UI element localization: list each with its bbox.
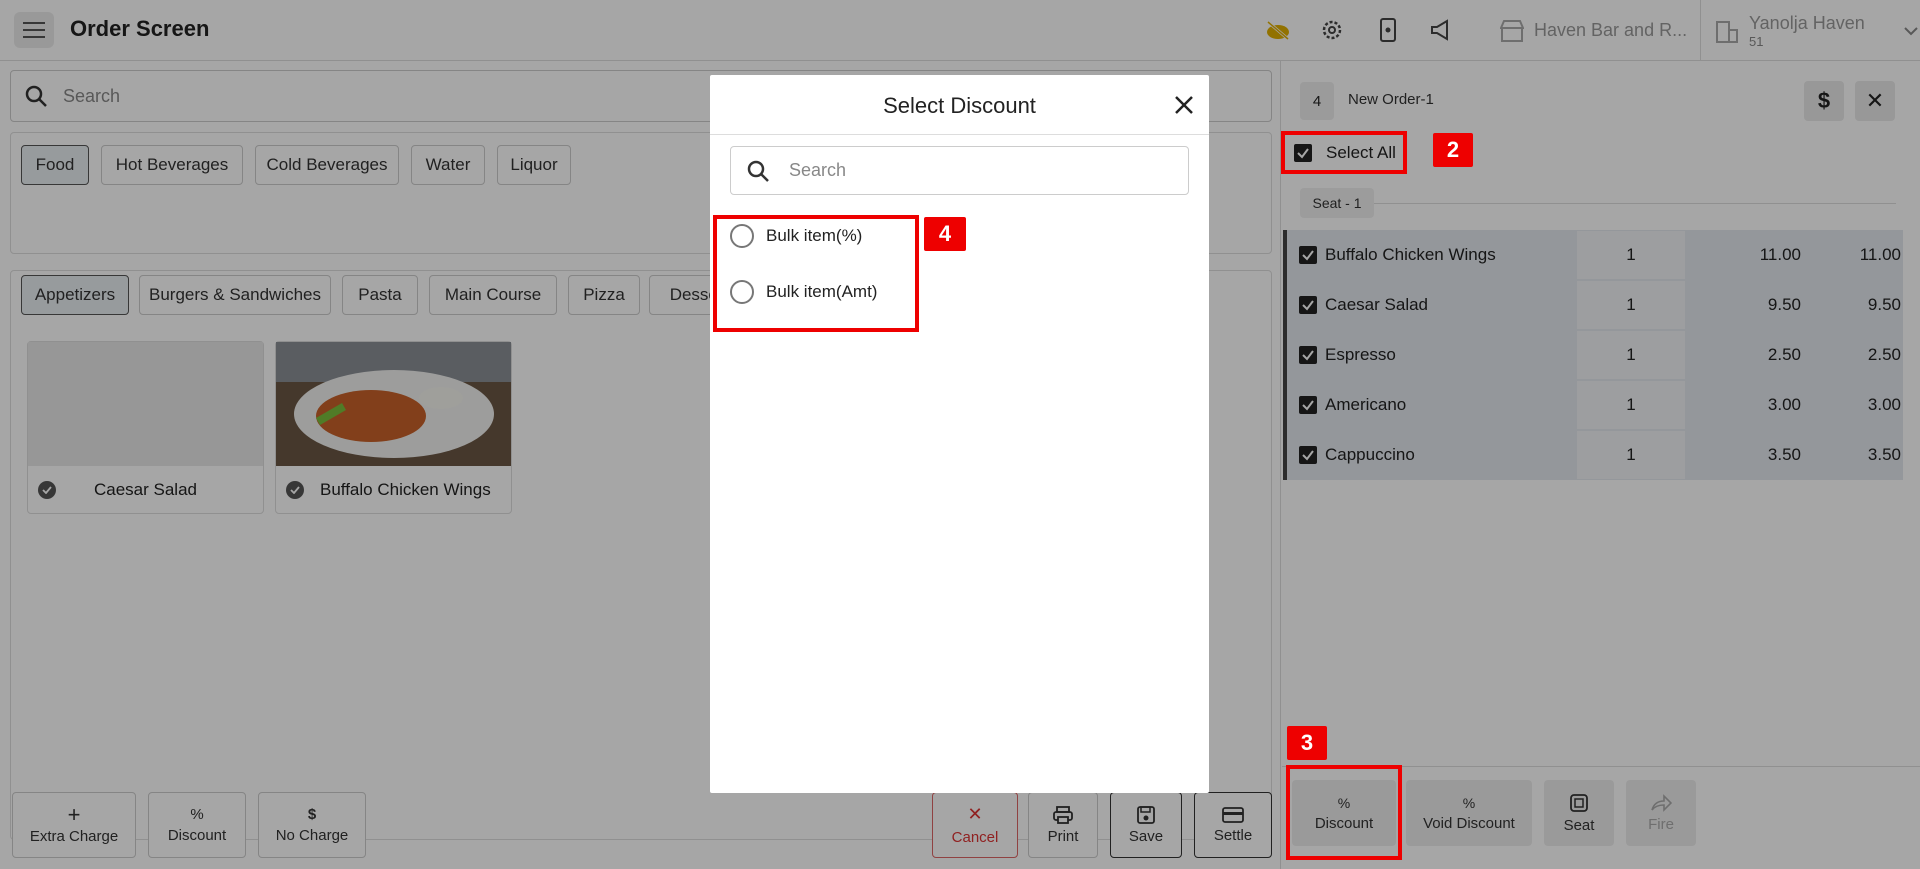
discount-search-placeholder: Search <box>789 160 847 180</box>
annotation-box-discount <box>1286 765 1402 860</box>
modal-divider <box>710 134 1209 135</box>
select-discount-modal: Select Discount Search Bulk item(%) Bulk… <box>710 75 1209 793</box>
search-icon <box>747 160 769 182</box>
annotation-label: 4 <box>924 217 966 251</box>
annotation-box-options <box>713 215 919 332</box>
modal-close-button[interactable] <box>1172 93 1196 117</box>
modal-title: Select Discount <box>883 93 1036 118</box>
annotation-label: 2 <box>1433 133 1473 167</box>
order-screen: Order Screen Haven Bar and R... Yanolja … <box>0 0 1920 869</box>
discount-search-input[interactable]: Search <box>730 146 1189 195</box>
close-icon <box>1175 96 1193 114</box>
annotation-label: 3 <box>1287 726 1327 760</box>
annotation-box-select-all <box>1281 131 1407 174</box>
